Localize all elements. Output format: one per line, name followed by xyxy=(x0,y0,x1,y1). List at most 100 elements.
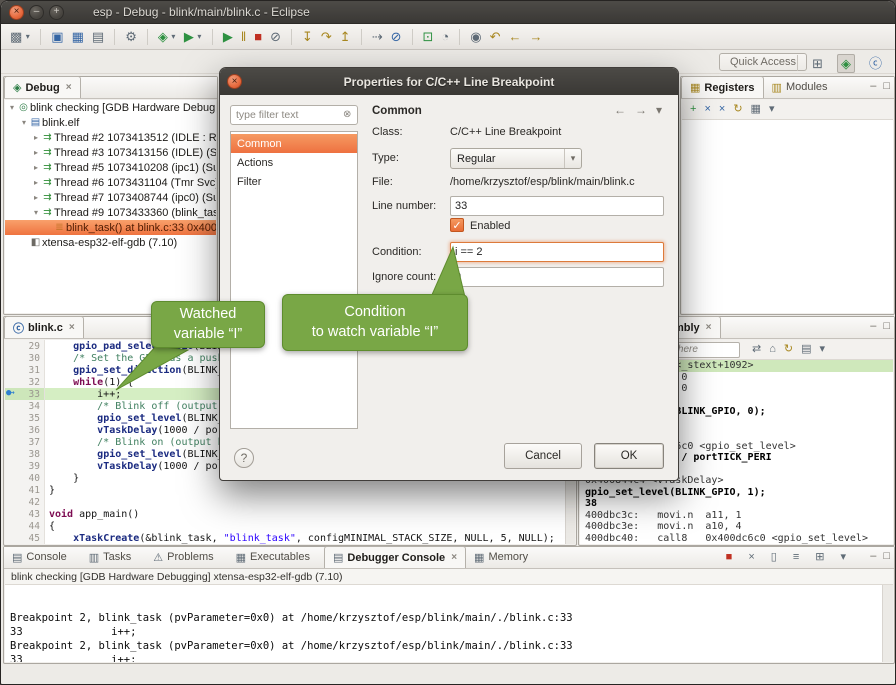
console-area-tab[interactable]: ▤ Debugger Console × xyxy=(324,546,466,568)
editor-line[interactable]: 43 void app_main() xyxy=(5,508,565,520)
editor-gutter[interactable]: 39 xyxy=(5,460,45,472)
suspend-icon[interactable]: ‖ xyxy=(237,26,250,48)
clear-filter-icon[interactable]: ⊗ xyxy=(343,109,351,120)
close-icon[interactable]: × xyxy=(706,322,712,333)
tab-blink-c[interactable]: ⓒ blink.c × xyxy=(4,316,84,338)
debug-tree-item[interactable]: ▾ ◎ blink checking [GDB Hardware Debug xyxy=(5,100,216,115)
maximize-icon[interactable]: □ xyxy=(883,321,890,332)
build-icon[interactable]: ⚙ xyxy=(121,26,141,48)
debug-tree-item[interactable]: ▸ ⇉ Thread #2 1073413512 (IDLE : Runn xyxy=(5,130,216,145)
view-tab[interactable]: ▦ Registers xyxy=(681,76,764,98)
close-icon[interactable]: × xyxy=(66,82,72,93)
toolbar-separator[interactable] xyxy=(141,26,154,48)
view-menu-icon[interactable]: ▾ xyxy=(832,547,854,569)
view-menu-icon[interactable]: ▾ xyxy=(656,103,662,117)
debug-tree-item[interactable]: ▸ ⇉ Thread #3 1073413156 (IDLE) (Susp xyxy=(5,145,216,160)
window-close-button[interactable]: × xyxy=(9,5,24,20)
toolbar-separator[interactable] xyxy=(406,26,419,48)
minimize-icon[interactable]: – xyxy=(870,551,876,562)
editor-gutter[interactable]: 31 xyxy=(5,364,45,376)
restore-default-register-groups-icon[interactable]: ↻ xyxy=(729,99,746,121)
debug-tree-item[interactable]: ▾ ▤ blink.elf xyxy=(5,115,216,130)
editor-gutter[interactable]: 43 xyxy=(5,508,45,520)
save-all-icon[interactable]: ▦ xyxy=(68,26,88,48)
step-over-icon[interactable]: ↷ xyxy=(317,26,336,48)
coverage-icon[interactable]: ◔ xyxy=(437,26,453,48)
remove-launch-icon[interactable]: × xyxy=(740,547,762,569)
condition-input[interactable] xyxy=(450,242,664,262)
editor-gutter[interactable]: 42 xyxy=(5,496,45,508)
editor-gutter[interactable]: 34 xyxy=(5,400,45,412)
editor-line[interactable]: 44 { xyxy=(5,520,565,532)
editor-gutter[interactable]: 37 xyxy=(5,436,45,448)
console-output[interactable]: Breakpoint 2, blink_task (pvParameter=0x… xyxy=(5,585,882,662)
close-icon[interactable]: × xyxy=(451,552,457,563)
editor-gutter[interactable]: 35 xyxy=(5,412,45,424)
editor-line[interactable]: 45 xTaskCreate(&blink_task, "blink_task"… xyxy=(5,532,565,544)
refresh-icon[interactable]: ↻ xyxy=(780,339,797,361)
back-icon[interactable]: ← xyxy=(505,26,526,48)
view-menu-icon[interactable]: ▾ xyxy=(765,99,779,121)
terminate-icon[interactable]: ■ xyxy=(250,26,266,48)
editor-gutter[interactable]: 45 xyxy=(5,532,45,544)
scroll-lock-icon[interactable]: ≡ xyxy=(785,547,807,569)
dialog-nav-item[interactable]: Common xyxy=(231,134,357,153)
expand-toggle-icon[interactable]: ▸ xyxy=(31,133,41,142)
search-icon[interactable]: ◉ xyxy=(466,26,485,48)
home-icon[interactable]: ⌂ xyxy=(765,339,780,361)
editor-gutter[interactable]: 36 xyxy=(5,424,45,436)
step-into-icon[interactable]: ↧ xyxy=(298,26,317,48)
window-maximize-button[interactable]: + xyxy=(49,5,64,20)
terminate-icon[interactable]: ■ xyxy=(718,547,741,569)
remove-all-register-groups-icon[interactable]: × xyxy=(715,99,729,121)
skip-all-breakpoints-icon[interactable]: ⊘ xyxy=(387,26,406,48)
editor-gutter[interactable]: ●→ 33 xyxy=(5,388,45,400)
expand-toggle-icon[interactable]: ▸ xyxy=(31,178,41,187)
dialog-close-button[interactable]: × xyxy=(227,74,242,89)
run-icon[interactable]: ▶ xyxy=(180,26,198,48)
forward-icon[interactable]: → xyxy=(635,103,647,117)
show-source-icon[interactable]: ▤ xyxy=(797,339,815,361)
editor-gutter[interactable]: 38 xyxy=(5,448,45,460)
expand-toggle-icon[interactable]: ▸ xyxy=(31,148,41,157)
disassembly-line[interactable]: gpio_set_level(BLINK_GPIO, 1); xyxy=(580,487,893,499)
open-perspective-icon[interactable]: ⊞ xyxy=(805,52,830,74)
toolbar-separator[interactable] xyxy=(108,26,121,48)
external-tools-icon[interactable]: ⊡ xyxy=(419,26,438,48)
new-wizard-icon[interactable]: ▩ xyxy=(6,26,26,48)
disassembly-line[interactable]: 400dbc3c: movi.n a11, 1 xyxy=(580,510,893,522)
type-dropdown[interactable]: Regular ▾ xyxy=(450,148,582,169)
maximize-icon[interactable]: □ xyxy=(883,81,890,92)
editor-gutter[interactable]: 44 xyxy=(5,520,45,532)
toolbar-separator[interactable] xyxy=(34,26,47,48)
expand-toggle-icon[interactable]: ▾ xyxy=(19,118,29,127)
console-area-tab[interactable]: ⚠ Problems xyxy=(145,546,227,568)
cancel-button[interactable]: Cancel xyxy=(504,443,582,469)
debug-tree-item[interactable]: ▾ ⇉ Thread #9 1073433360 (blink_task xyxy=(5,205,216,220)
save-icon[interactable]: ▣ xyxy=(47,26,67,48)
console-area-tab[interactable]: ▦ Memory xyxy=(466,546,542,568)
expand-toggle-icon[interactable]: ▸ xyxy=(31,193,41,202)
debug-dropdown-icon[interactable]: ▾ xyxy=(172,26,180,48)
editor-gutter[interactable]: 40 xyxy=(5,472,45,484)
add-register-group-icon[interactable]: + xyxy=(686,99,700,121)
view-tab[interactable]: ▥ Modules xyxy=(764,76,836,98)
debug-tree-item[interactable]: ▸ ⇉ Thread #6 1073431104 (Tmr Svc) (S xyxy=(5,175,216,190)
minimize-icon[interactable]: – xyxy=(870,81,876,92)
maximize-icon[interactable]: □ xyxy=(883,551,890,562)
toolbar-separator[interactable] xyxy=(355,26,368,48)
console-area-tab[interactable]: ▥ Tasks xyxy=(81,546,146,568)
editor-line[interactable]: 42 xyxy=(5,496,565,508)
view-menu-icon[interactable]: ▾ xyxy=(816,339,830,361)
remove-register-group-icon[interactable]: × xyxy=(700,99,714,121)
editor-line[interactable]: 41 } xyxy=(5,484,565,496)
editor-gutter[interactable]: 32 xyxy=(5,376,45,388)
debug-icon[interactable]: ◈ xyxy=(154,26,172,48)
c-cpp-perspective-icon[interactable]: ⓒ xyxy=(862,52,889,74)
disconnect-icon[interactable]: ⊘ xyxy=(266,26,285,48)
back-icon[interactable]: ← xyxy=(614,103,626,117)
window-minimize-button[interactable]: – xyxy=(29,5,44,20)
editor-gutter[interactable]: 41 xyxy=(5,484,45,496)
enabled-checkbox[interactable]: ✓ xyxy=(450,218,464,232)
last-edit-location-icon[interactable]: ↶ xyxy=(486,26,505,48)
